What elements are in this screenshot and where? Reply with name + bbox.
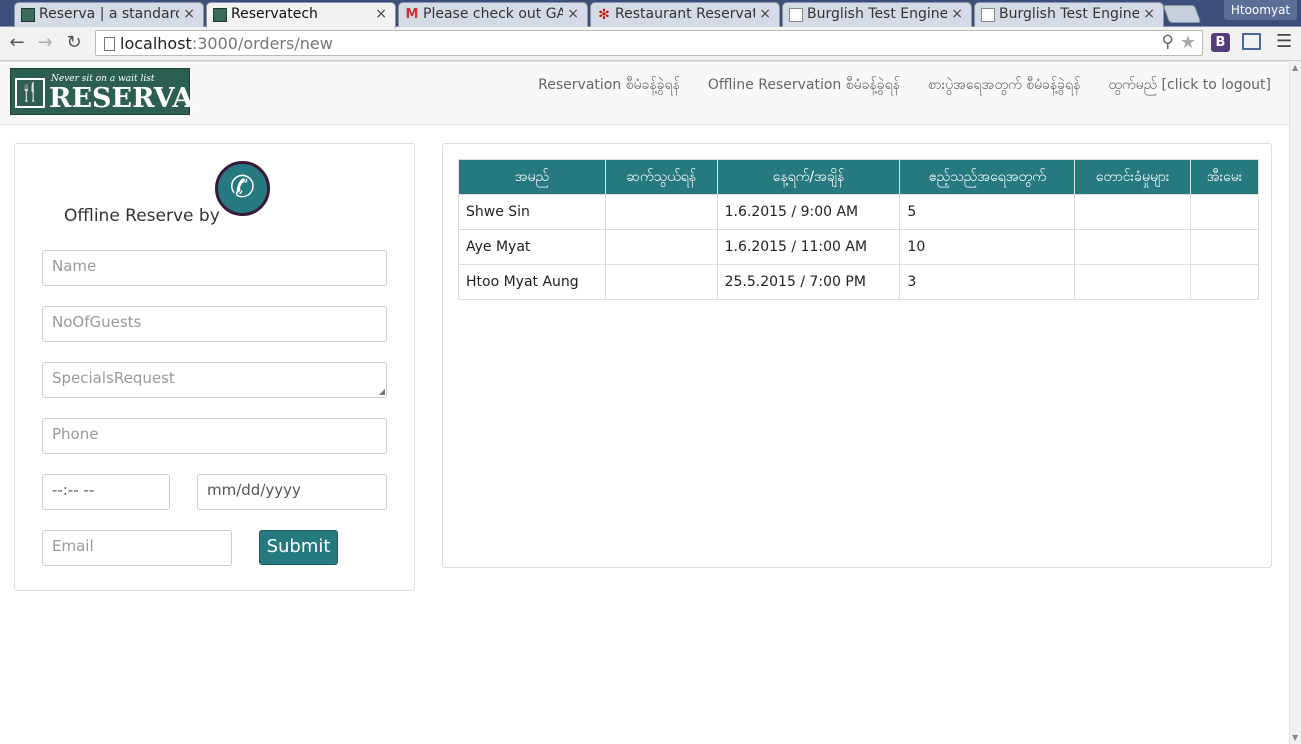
fork-knife-icon: 🍴 (15, 78, 45, 108)
table-row: Htoo Myat Aung 25.5.2015 / 7:00 PM 3 (458, 264, 1259, 300)
cast-icon[interactable] (1242, 33, 1261, 50)
scroll-up-icon[interactable]: ▲ (1292, 63, 1298, 72)
document-icon (789, 8, 803, 22)
cell-contact (604, 229, 718, 265)
browser-toolbar: ← → ↻ localhost:3000/orders/new ⚲ ★ B ☰ (0, 27, 1301, 61)
browser-tab[interactable]: Burglish Test Engine × (974, 2, 1164, 27)
nav-link-offline-reservation[interactable]: Offline Reservation စီမံခန့်ခွဲရန် (708, 75, 900, 96)
column-header-guests: ဧည့်သည်အရေအတွက် (899, 159, 1076, 195)
email-input[interactable]: Email (42, 530, 232, 566)
back-icon[interactable]: ← (6, 32, 28, 53)
close-icon[interactable]: × (375, 6, 387, 22)
close-icon[interactable]: × (567, 6, 579, 22)
name-input[interactable]: Name (42, 250, 387, 286)
nav-link-logout[interactable]: ထွက်မည် [click to logout] (1108, 75, 1271, 96)
browser-tab[interactable]: Reserva | a standard × (14, 2, 204, 27)
nav-links: Reservation စီမံခန့်ခွဲရန် Offline Reser… (538, 75, 1271, 96)
cell-email (1190, 264, 1259, 300)
cell-contact (604, 194, 718, 230)
form-title: Offline Reserve by (64, 206, 220, 226)
url-host: localhost (120, 34, 192, 53)
cell-requests (1074, 229, 1192, 265)
column-header-contact: ဆက်သွယ်ရန် (604, 159, 718, 195)
yelp-icon: ✻ (598, 7, 610, 23)
column-header-datetime: နေ့ရက်/အချိန် (716, 159, 901, 195)
browser-tab-active[interactable]: Reservatech × (206, 2, 396, 28)
nav-link-tables[interactable]: စားပွဲအရေအတွက် စီမံခန့်ခွဲရန် (928, 75, 1080, 96)
time-input[interactable]: --:-- -- (42, 474, 170, 510)
close-icon[interactable]: × (759, 6, 771, 22)
document-icon (981, 8, 995, 22)
page-icon (104, 37, 115, 51)
browser-tab[interactable]: ✻ Restaurant Reservat × (590, 2, 780, 27)
tab-title: Burglish Test Engine (807, 6, 947, 22)
resize-grip-icon[interactable]: ◢ (379, 387, 385, 396)
browser-tab[interactable]: M Please check out GA × (398, 2, 588, 27)
cell-requests (1074, 264, 1192, 300)
reserva-logo[interactable]: 🍴 Never sit on a wait list RESERVA (10, 68, 194, 115)
guests-input[interactable]: NoOfGuests (42, 306, 387, 342)
logo-wordmark: RESERVA (49, 83, 194, 114)
cell-datetime: 25.5.2015 / 7:00 PM (716, 264, 901, 300)
cell-name: Shwe Sin (458, 194, 606, 230)
menu-icon[interactable]: ☰ (1276, 31, 1292, 52)
cell-name: Htoo Myat Aung (458, 264, 606, 300)
bookmark-star-icon[interactable]: ★ (1180, 32, 1196, 53)
cell-contact (604, 264, 718, 300)
specials-request-textarea[interactable]: SpecialsRequest ◢ (42, 362, 387, 398)
url-path: :3000/orders/new (191, 34, 333, 53)
close-icon[interactable]: × (183, 6, 195, 22)
restaurant-icon (213, 8, 227, 22)
page-content: 🍴 Never sit on a wait list RESERVA Reser… (0, 61, 1289, 744)
browser-tab-bar: Reserva | a standard × Reservatech × M P… (0, 0, 1301, 28)
close-icon[interactable]: × (1143, 6, 1155, 22)
tab-title: Restaurant Reservat (615, 6, 755, 22)
page-scrollbar[interactable]: ▲ ▼ (1289, 61, 1301, 744)
column-header-name: အမည် (458, 159, 606, 195)
bootstrap-extension-icon[interactable]: B (1211, 33, 1230, 52)
orders-table: အမည် ဆက်သွယ်ရန် နေ့ရက်/အချိန် ဧည့်သည်အရေ… (458, 159, 1259, 300)
profile-button[interactable]: Htoomyat (1224, 0, 1297, 20)
phone-input[interactable]: Phone (42, 418, 387, 454)
gmail-icon: M (405, 7, 419, 22)
tab-title: Reserva | a standard (39, 6, 179, 22)
phone-icon: ✆ (215, 161, 270, 216)
cell-email (1190, 194, 1259, 230)
cell-guests: 3 (899, 264, 1076, 300)
offline-reserve-form: Offline Reserve by ✆ Name NoOfGuests Spe… (14, 143, 415, 591)
orders-panel: အမည် ဆက်သွယ်ရန် နေ့ရက်/အချိန် ဧည့်သည်အရေ… (442, 143, 1272, 568)
restaurant-icon (21, 8, 35, 22)
cell-email (1190, 229, 1259, 265)
tab-title: Burglish Test Engine (999, 6, 1139, 22)
column-header-email: အီးမေး (1190, 159, 1259, 195)
reload-icon[interactable]: ↻ (63, 32, 85, 53)
cell-name: Aye Myat (458, 229, 606, 265)
date-input[interactable]: mm/dd/yyyy (197, 474, 387, 510)
url-text: localhost:3000/orders/new (120, 34, 333, 53)
table-row: Shwe Sin 1.6.2015 / 9:00 AM 5 (458, 194, 1259, 230)
submit-button[interactable]: Submit (259, 530, 338, 565)
close-icon[interactable]: × (951, 6, 963, 22)
site-navbar: 🍴 Never sit on a wait list RESERVA Reser… (0, 61, 1289, 125)
cell-guests: 5 (899, 194, 1076, 230)
browser-tab[interactable]: Burglish Test Engine × (782, 2, 972, 27)
search-icon[interactable]: ⚲ (1162, 32, 1174, 52)
cell-datetime: 1.6.2015 / 11:00 AM (716, 229, 901, 265)
new-tab-button[interactable] (1162, 5, 1202, 23)
table-row: Aye Myat 1.6.2015 / 11:00 AM 10 (458, 229, 1259, 265)
table-header-row: အမည် ဆက်သွယ်ရန် နေ့ရက်/အချိန် ဧည့်သည်အရေ… (458, 159, 1259, 195)
cell-requests (1074, 194, 1192, 230)
address-bar[interactable]: localhost:3000/orders/new ⚲ ★ (95, 30, 1203, 56)
tab-title: Reservatech (231, 6, 318, 22)
cell-datetime: 1.6.2015 / 9:00 AM (716, 194, 901, 230)
nav-link-reservation[interactable]: Reservation စီမံခန့်ခွဲရန် (538, 75, 680, 96)
cell-guests: 10 (899, 229, 1076, 265)
tab-title: Please check out GA (423, 6, 563, 22)
scroll-down-icon[interactable]: ▼ (1292, 733, 1298, 742)
specials-placeholder: SpecialsRequest (52, 369, 175, 387)
column-header-requests: တောင်းခံမှုများ (1074, 159, 1192, 195)
forward-icon[interactable]: → (34, 32, 56, 53)
